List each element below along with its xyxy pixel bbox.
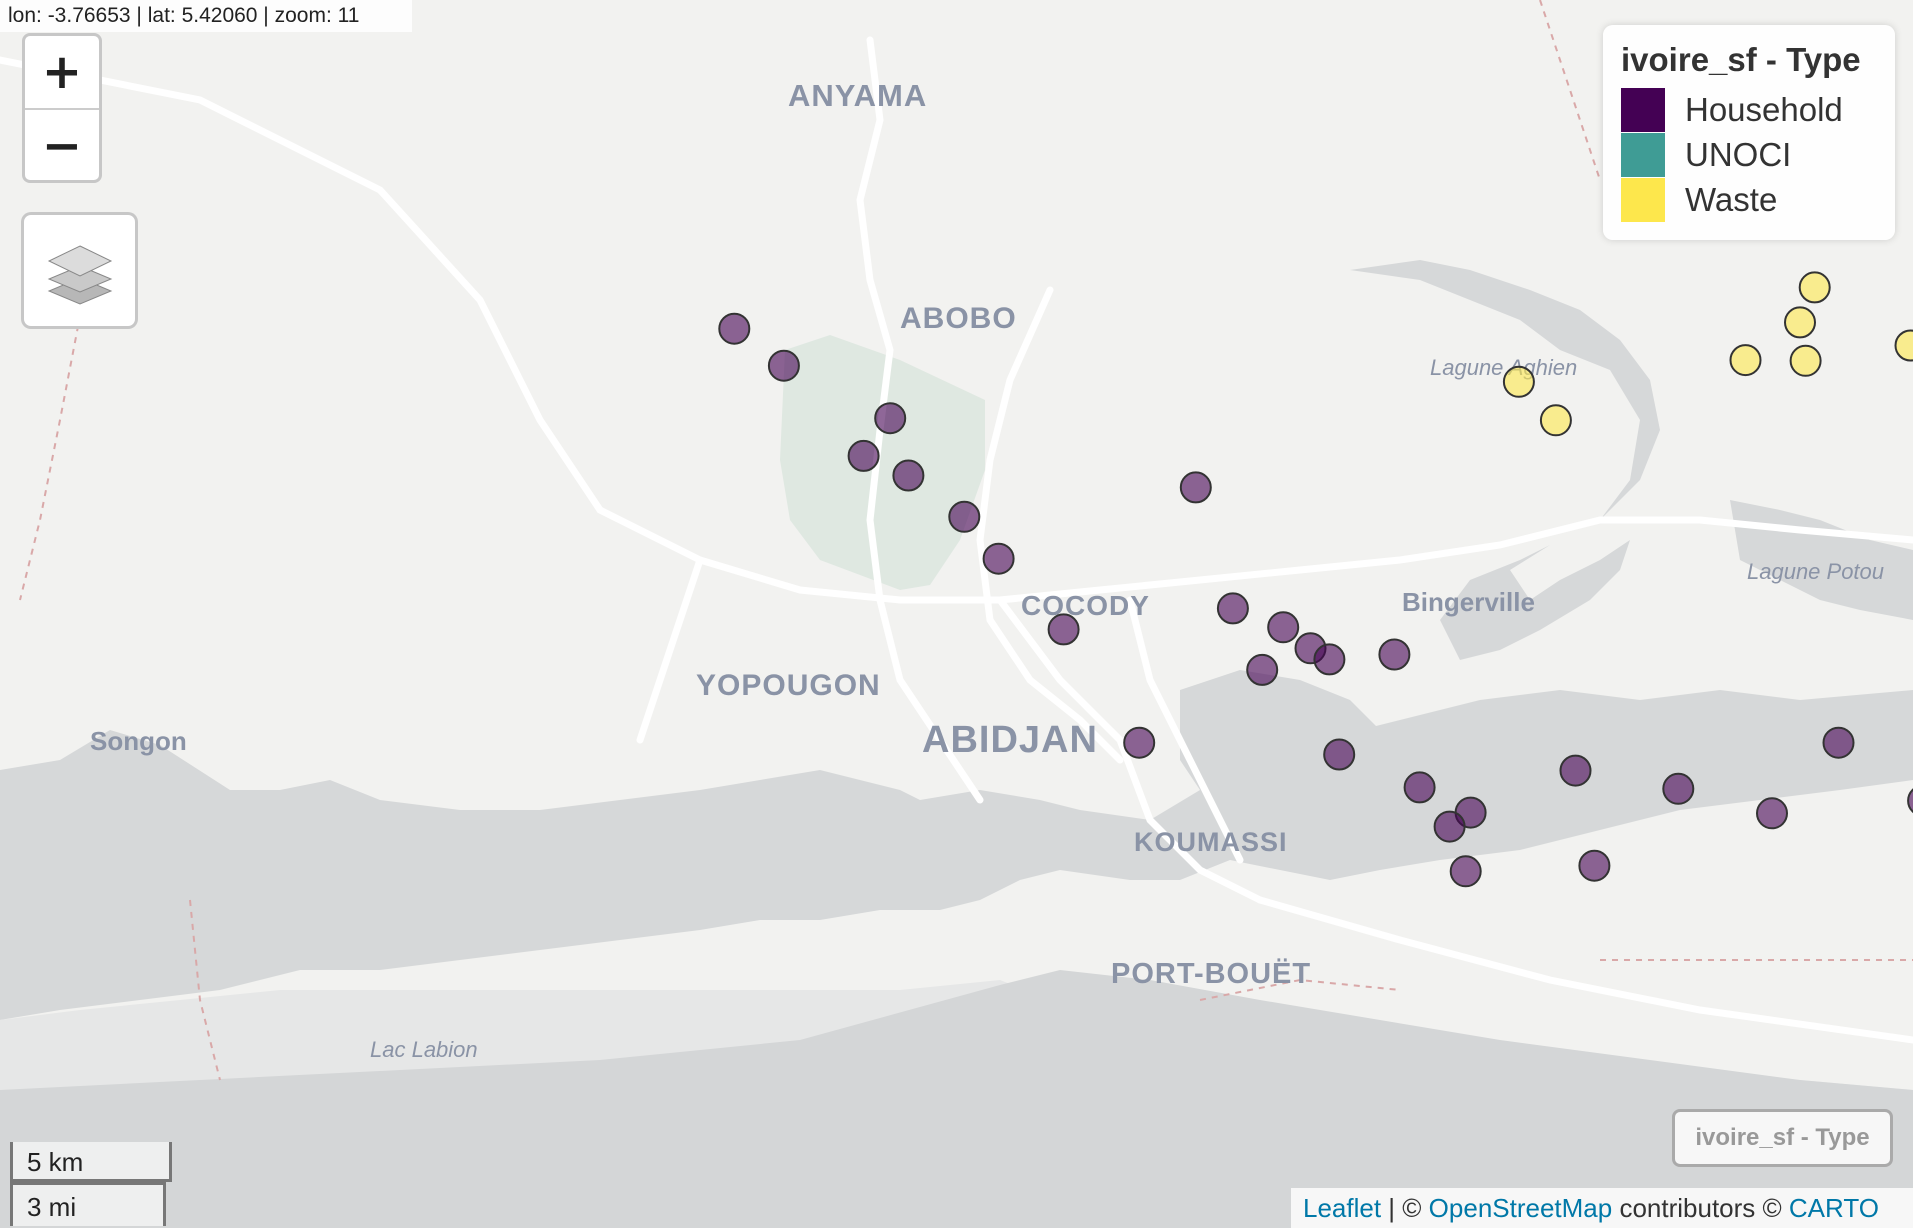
legend-toggle-button[interactable]: ivoire_sf - Type [1672, 1109, 1893, 1167]
marker-waste[interactable] [1784, 306, 1816, 339]
marker-household[interactable] [874, 402, 907, 435]
legend-item-waste: Waste [1621, 177, 1877, 222]
marker-household[interactable] [847, 439, 880, 472]
marker-waste[interactable] [1894, 329, 1913, 362]
zoom-in-button[interactable]: + [25, 36, 99, 108]
scale-bar-mi: 3 mi [10, 1182, 166, 1226]
legend-swatch-waste [1621, 177, 1665, 222]
marker-household[interactable] [1246, 653, 1279, 686]
marker-household[interactable] [1907, 786, 1913, 816]
marker-household[interactable] [1378, 638, 1411, 671]
attribution-contributors: contributors © [1612, 1193, 1789, 1223]
zoom-out-button[interactable]: − [25, 108, 99, 180]
marker-household[interactable] [1559, 754, 1592, 787]
layers-button[interactable] [21, 212, 138, 329]
legend-label-unoci: UNOCI [1685, 135, 1792, 173]
marker-household[interactable] [1313, 643, 1346, 676]
marker-household[interactable] [1216, 592, 1249, 625]
marker-household[interactable] [1433, 810, 1466, 843]
marker-household[interactable] [1822, 726, 1855, 759]
marker-household[interactable] [1449, 855, 1482, 888]
legend-item-unoci: UNOCI [1621, 132, 1877, 177]
marker-household[interactable] [1578, 849, 1611, 882]
legend-label-household: Household [1685, 90, 1843, 128]
marker-waste[interactable] [1798, 271, 1831, 304]
legend-swatch-unoci [1621, 132, 1665, 177]
marker-household[interactable] [767, 349, 800, 382]
marker-waste[interactable] [1539, 404, 1572, 437]
osm-link[interactable]: OpenStreetMap [1429, 1193, 1613, 1223]
marker-waste[interactable] [1789, 344, 1822, 377]
marker-waste[interactable] [1502, 365, 1535, 398]
marker-waste[interactable] [1729, 344, 1762, 377]
marker-household[interactable] [982, 542, 1015, 575]
leaflet-link[interactable]: Leaflet [1303, 1193, 1381, 1223]
marker-household[interactable] [1123, 726, 1156, 759]
scale-bar-km: 5 km [10, 1142, 172, 1182]
attribution: Leaflet | © OpenStreetMap contributors ©… [1291, 1188, 1913, 1228]
marker-household[interactable] [1047, 613, 1080, 646]
marker-household[interactable] [1179, 471, 1212, 504]
marker-household[interactable] [1323, 738, 1356, 771]
marker-household[interactable] [948, 500, 981, 533]
legend-title: ivoire_sf - Type [1621, 41, 1861, 78]
legend: ivoire_sf - Type Household UNOCI Waste [1603, 25, 1895, 240]
attribution-sep: | © [1381, 1193, 1429, 1223]
marker-household[interactable] [892, 459, 925, 492]
marker-household[interactable] [718, 312, 751, 345]
carto-link[interactable]: CARTO [1789, 1193, 1879, 1223]
coordinates-readout: lon: -3.76653 | lat: 5.42060 | zoom: 11 [0, 0, 412, 32]
legend-swatch-household [1621, 87, 1665, 132]
legend-item-household: Household [1621, 87, 1877, 132]
marker-household[interactable] [1662, 772, 1695, 805]
layers-icon [47, 244, 112, 305]
legend-label-waste: Waste [1685, 180, 1778, 218]
marker-household[interactable] [1267, 611, 1300, 644]
marker-household[interactable] [1403, 771, 1436, 804]
marker-household[interactable] [1756, 797, 1788, 830]
zoom-control: + − [22, 33, 102, 183]
